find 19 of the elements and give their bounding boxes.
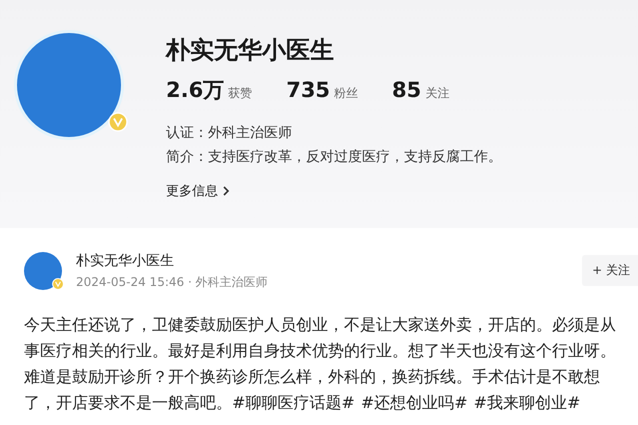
avatar <box>24 252 62 290</box>
post-meta: 2024-05-24 15:46 · 外科主治医师 <box>76 274 269 291</box>
hashtag-link[interactable]: #聊聊医疗话题# <box>232 393 355 412</box>
certification-text: 认证：外科主治医师 <box>166 124 293 142</box>
post-body: 今天主任还说了，卫健委鼓励医护人员创业，不是让大家送外卖，开店的。必须是从事医疗相关的行业。最好是利用自身技术优势的行业。想了半天也没有这个行业呀。难道是鼓励开诊所？开个换药诊所怎么样，外科的，换药拆线。手术估计是不敢想了，开店要求不是一般高吧。#聊聊医疗话题# #还想创业吗# #我来聊创业# <box>24 314 617 414</box>
follow-button[interactable]: + 关注 <box>582 255 638 286</box>
profile-name: 朴实无华小医生 <box>166 35 335 64</box>
intro-text: 简介：支持医疗改革，反对过度医疗，支持反腐工作。 <box>166 148 502 166</box>
stat-label: 关注 <box>425 85 450 102</box>
stat-label: 粉丝 <box>334 85 358 102</box>
more-info-link[interactable]: 更多信息 <box>166 182 502 200</box>
stat-label: 获赞 <box>228 85 252 102</box>
hashtag-link[interactable]: #我来聊创业# <box>474 393 580 412</box>
stat-value: 85 <box>392 78 422 102</box>
hashtag-link[interactable]: #还想创业吗# <box>360 393 468 412</box>
stat-value: 735 <box>286 78 330 102</box>
chevron-icon <box>222 185 230 197</box>
author-name: 朴实无华小医生 <box>76 252 175 270</box>
stat-value: 2.6万 <box>166 77 224 104</box>
